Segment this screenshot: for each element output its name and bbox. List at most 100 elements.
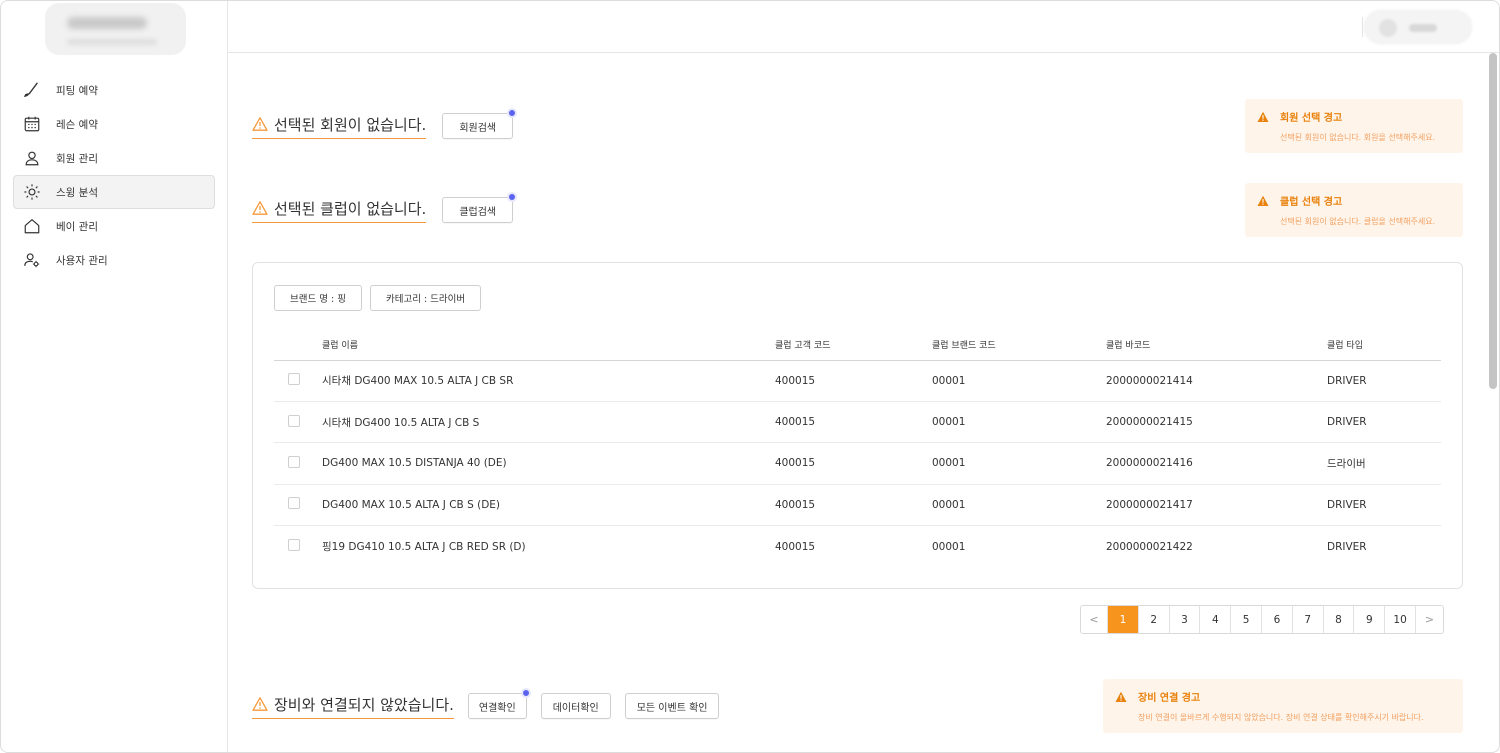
device-alert: 장비 연결 경고 장비 연결이 올바르게 수행되지 않았습니다. 장비 연결 상… bbox=[1103, 679, 1463, 733]
prev-page-button[interactable]: < bbox=[1081, 606, 1109, 633]
table-row[interactable]: 시타채 DG400 10.5 ALTA J CB S 400015 00001 … bbox=[274, 401, 1441, 444]
cell-club-type: DRIVER bbox=[1327, 401, 1441, 444]
table-row[interactable]: DG400 MAX 10.5 DISTANJA 40 (DE) 400015 0… bbox=[274, 442, 1441, 485]
calendar-icon bbox=[22, 114, 42, 134]
warning-icon bbox=[252, 117, 268, 131]
pagination: < 1 2 3 4 5 6 7 8 9 10 > bbox=[1080, 605, 1444, 634]
alert-title: 장비 연결 경고 bbox=[1138, 693, 1201, 704]
category-filter-chip[interactable]: 카테고리 : 드라이버 bbox=[369, 285, 482, 311]
page-button-4[interactable]: 4 bbox=[1200, 606, 1232, 633]
sidebar: 피팅 예약 레슨 예약 회원 관리 스윙 분석 베이 관리 사용자 관리 bbox=[1, 1, 228, 752]
header-club-type[interactable]: 클럽 타입 bbox=[1327, 330, 1441, 361]
button-label: 클럽검색 bbox=[459, 206, 497, 218]
notification-dot bbox=[520, 688, 531, 698]
header-barcode[interactable]: 클럽 바코드 bbox=[1106, 330, 1327, 361]
device-status-row: 장비와 연결되지 않았습니다. 연결확인 데이터확인 모든 이벤트 확인 bbox=[252, 688, 720, 719]
table-row[interactable]: 시타채 DG400 MAX 10.5 ALTA J CB SR 400015 0… bbox=[274, 360, 1441, 402]
cell-club-name: 시타채 DG400 MAX 10.5 ALTA J CB SR bbox=[322, 360, 775, 402]
sidebar-item-user-management[interactable]: 사용자 관리 bbox=[13, 243, 215, 277]
cell-customer-code: 400015 bbox=[775, 540, 816, 553]
member-alert: 회원 선택 경고 선택된 회원이 없습니다. 회원을 선택해주세요. bbox=[1245, 99, 1463, 153]
warning-icon bbox=[252, 201, 268, 215]
cell-club-type: DRIVER bbox=[1327, 360, 1441, 402]
header-brand-code[interactable]: 클럽 브랜드 코드 bbox=[932, 330, 1106, 361]
club-list-panel: 브랜드 명 : 핑 카테고리 : 드라이버 클럽 이름 클럽 고객 코드 클럽 … bbox=[252, 262, 1463, 589]
row-checkbox[interactable] bbox=[288, 373, 300, 386]
club-status-row: 선택된 클럽이 없습니다. 클럽검색 bbox=[252, 192, 518, 223]
cell-customer-code: 400015 bbox=[775, 360, 932, 402]
cell-barcode: 2000000021422 bbox=[1106, 540, 1193, 553]
page-button-2[interactable]: 2 bbox=[1138, 606, 1170, 633]
cell-brand-code: 00001 bbox=[932, 401, 1106, 444]
brand-filter-chip[interactable]: 브랜드 명 : 핑 bbox=[274, 285, 362, 311]
sidebar-item-member-management[interactable]: 회원 관리 bbox=[13, 141, 215, 175]
next-page-button[interactable]: > bbox=[1416, 606, 1443, 633]
logo[interactable] bbox=[45, 3, 186, 55]
all-events-check-button[interactable]: 모든 이벤트 확인 bbox=[624, 693, 720, 719]
member-search-button[interactable]: 회원검색 bbox=[442, 108, 518, 139]
user-name-blurred bbox=[1409, 24, 1437, 32]
user-icon bbox=[22, 148, 42, 168]
page-button-5[interactable]: 5 bbox=[1231, 606, 1263, 633]
table-row[interactable]: 핑19 DG410 10.5 ALTA J CB RED SR (D) 4000… bbox=[274, 526, 1441, 567]
cell-club-name: DG400 MAX 10.5 ALTA J CB S (DE) bbox=[322, 484, 775, 527]
button-label: 모든 이벤트 확인 bbox=[636, 702, 708, 714]
vertical-scrollbar[interactable] bbox=[1487, 53, 1497, 752]
club-status-text: 선택된 클럽이 없습니다. bbox=[274, 199, 427, 218]
app-window: 피팅 예약 레슨 예약 회원 관리 스윙 분석 베이 관리 사용자 관리 선택된… bbox=[0, 0, 1500, 753]
button-label: 회원검색 bbox=[459, 122, 497, 134]
cell-customer-code: 400015 bbox=[775, 442, 932, 485]
row-checkbox[interactable] bbox=[288, 497, 300, 510]
sidebar-item-bay-management[interactable]: 베이 관리 bbox=[13, 209, 215, 243]
page-button-6[interactable]: 6 bbox=[1262, 606, 1293, 633]
sidebar-item-lesson-reservation[interactable]: 레슨 예약 bbox=[13, 107, 215, 141]
page-button-9[interactable]: 9 bbox=[1354, 606, 1386, 633]
header-customer-code[interactable]: 클럽 고객 코드 bbox=[775, 330, 932, 361]
table-row[interactable]: DG400 MAX 10.5 ALTA J CB S (DE) 400015 0… bbox=[274, 484, 1441, 527]
header-club-name[interactable]: 클럽 이름 bbox=[322, 330, 775, 361]
member-status-title: 선택된 회원이 없습니다. bbox=[252, 114, 427, 139]
button-label: 연결확인 bbox=[478, 702, 516, 714]
connection-check-button[interactable]: 연결확인 bbox=[467, 688, 531, 719]
club-table: 클럽 이름 클럽 고객 코드 클럽 브랜드 코드 클럽 바코드 클럽 타입 시타… bbox=[274, 330, 1441, 567]
row-checkbox[interactable] bbox=[288, 455, 300, 468]
club-status-title: 선택된 클럽이 없습니다. bbox=[252, 198, 427, 223]
cell-club-name: DG400 MAX 10.5 DISTANJA 40 (DE) bbox=[322, 442, 775, 485]
row-checkbox[interactable] bbox=[288, 539, 300, 551]
sidebar-item-label: 회원 관리 bbox=[56, 152, 98, 165]
device-status-title: 장비와 연결되지 않았습니다. bbox=[252, 694, 454, 719]
house-icon bbox=[22, 216, 42, 236]
club-search-button[interactable]: 클럽검색 bbox=[442, 192, 518, 223]
alert-title: 클럽 선택 경고 bbox=[1280, 197, 1343, 208]
logo-text-blurred bbox=[67, 17, 147, 29]
club-alert: 클럽 선택 경고 선택된 회원이 없습니다. 클럽을 선택해주세요. bbox=[1245, 183, 1463, 237]
sidebar-item-fitting-reservation[interactable]: 피팅 예약 bbox=[13, 73, 215, 107]
avatar bbox=[1379, 19, 1397, 37]
data-check-button[interactable]: 데이터확인 bbox=[540, 693, 611, 719]
alert-body: 선택된 회원이 없습니다. 클럽을 선택해주세요. bbox=[1280, 217, 1436, 226]
button-label: 데이터확인 bbox=[552, 702, 599, 714]
page-button-7[interactable]: 7 bbox=[1292, 606, 1324, 633]
cell-barcode: 2000000021415 bbox=[1106, 401, 1327, 444]
row-checkbox[interactable] bbox=[288, 414, 300, 427]
sidebar-item-label: 레슨 예약 bbox=[56, 118, 98, 131]
cell-club-type: DRIVER bbox=[1327, 484, 1441, 527]
sidebar-nav: 피팅 예약 레슨 예약 회원 관리 스윙 분석 베이 관리 사용자 관리 bbox=[13, 73, 215, 277]
scrollbar-thumb[interactable] bbox=[1489, 53, 1497, 389]
sidebar-item-swing-analysis[interactable]: 스윙 분석 bbox=[13, 175, 215, 209]
cell-club-name: 시타채 DG400 10.5 ALTA J CB S bbox=[322, 401, 775, 444]
table-header-row: 클럽 이름 클럽 고객 코드 클럽 브랜드 코드 클럽 바코드 클럽 타입 bbox=[274, 330, 1441, 361]
alert-body: 장비 연결이 올바르게 수행되지 않았습니다. 장비 연결 상태를 확인해주시기… bbox=[1138, 713, 1424, 722]
page-button-10[interactable]: 10 bbox=[1385, 606, 1416, 633]
page-button-3[interactable]: 3 bbox=[1169, 606, 1201, 633]
sidebar-item-label: 베이 관리 bbox=[56, 220, 98, 233]
cell-club-name: 핑19 DG410 10.5 ALTA J CB RED SR (D) bbox=[322, 541, 526, 553]
header-checkbox-cell bbox=[274, 330, 322, 361]
user-menu-button[interactable] bbox=[1364, 10, 1472, 44]
warning-icon bbox=[252, 697, 268, 711]
warning-filled-icon bbox=[1257, 195, 1269, 206]
page-button-1[interactable]: 1 bbox=[1108, 606, 1139, 633]
cell-brand-code: 00001 bbox=[932, 442, 1106, 485]
page-button-8[interactable]: 8 bbox=[1323, 606, 1355, 633]
sun-icon bbox=[22, 182, 42, 202]
